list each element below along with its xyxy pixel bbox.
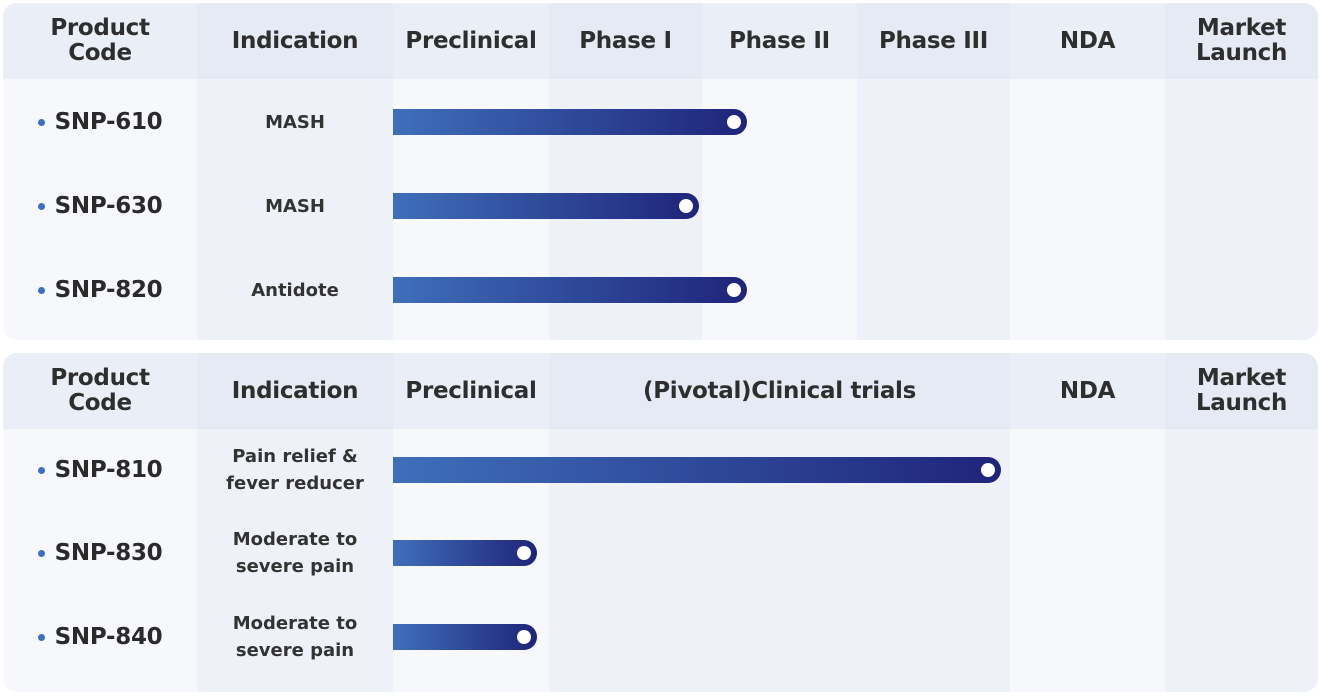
progress-end-marker-icon [726, 283, 741, 297]
bullet-dot-icon [37, 466, 45, 474]
column-header: Indication [231, 377, 359, 404]
product-code-text: SNP-810 [54, 457, 163, 483]
bullet-dot-icon [37, 202, 45, 210]
indication-text: Moderate to severe pain [232, 613, 358, 661]
column-header: Preclinical [405, 27, 537, 54]
product-code: SNP-630 [3, 186, 197, 226]
column-header: Market Launch [1195, 365, 1288, 416]
column-header: Phase II [729, 27, 830, 54]
column-header: Product Code [50, 365, 150, 416]
column-header: Indication [231, 27, 359, 54]
bullet-dot-icon [37, 549, 45, 557]
column-header: NDA [1059, 377, 1116, 404]
product-code-text: SNP-830 [54, 540, 163, 566]
pipeline-panel-1: Product Code Indication Preclinical Phase I… [3, 3, 1318, 340]
indication-text: Antidote [251, 279, 339, 301]
column-header: Market Launch [1195, 15, 1288, 66]
progress-end-marker-icon [516, 630, 531, 644]
progress-end-marker-icon [678, 199, 693, 213]
progress-bar [393, 109, 747, 135]
product-code: SNP-810 [3, 450, 197, 490]
product-code: SNP-610 [3, 102, 197, 142]
column-header: NDA [1059, 27, 1116, 54]
product-code: SNP-840 [3, 617, 197, 657]
progress-bar [393, 624, 537, 650]
indication-text: MASH [265, 195, 325, 217]
indication-text: MASH [265, 111, 325, 133]
product-code-text: SNP-610 [54, 109, 163, 135]
column-header: (Pivotal)Clinical trials [642, 377, 917, 404]
product-code: SNP-820 [3, 270, 197, 310]
indication-text: Moderate to severe pain [232, 529, 358, 577]
progress-end-marker-icon [980, 463, 995, 477]
column-header: Phase I [579, 27, 672, 54]
bullet-dot-icon [37, 286, 45, 294]
progress-bar [393, 193, 699, 219]
bullet-dot-icon [37, 633, 45, 641]
progress-bar [393, 540, 537, 566]
progress-end-marker-icon [516, 546, 531, 560]
column-header: Phase III [878, 27, 989, 54]
progress-end-marker-icon [726, 115, 741, 129]
progress-bar [393, 277, 747, 303]
bullet-dot-icon [37, 118, 45, 126]
pipeline-panel-2: Product Code Indication Preclinical (Pivota… [3, 353, 1318, 692]
progress-bar [393, 457, 1001, 483]
product-code-text: SNP-840 [54, 624, 163, 650]
product-code-text: SNP-820 [54, 277, 163, 303]
product-code-text: SNP-630 [54, 193, 163, 219]
indication-text: Pain relief & fever reducer [226, 446, 364, 494]
product-code: SNP-830 [3, 533, 197, 573]
column-header: Preclinical [405, 377, 537, 404]
column-header: Product Code [50, 15, 150, 66]
